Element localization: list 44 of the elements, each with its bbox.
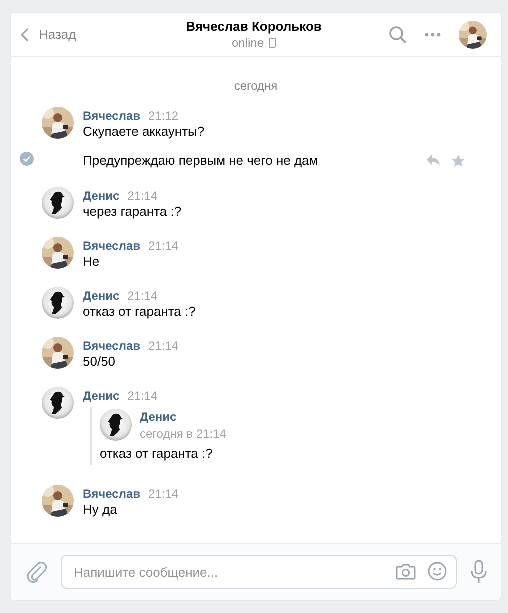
message-time: 21:14: [128, 289, 158, 304]
message-text: Ну да: [83, 502, 118, 517]
author-name[interactable]: Денис: [83, 189, 120, 204]
more-button[interactable]: [425, 32, 441, 36]
message-time: 21:14: [148, 339, 179, 354]
message-text: Не: [83, 254, 100, 269]
author-name[interactable]: Денис: [83, 389, 120, 404]
message-time: 21:14: [148, 487, 179, 502]
message-text: Скупаете аккаунты?: [83, 124, 205, 139]
author-name[interactable]: Вячеслав: [83, 109, 140, 124]
camera-icon[interactable]: [396, 564, 416, 580]
message-time: 21:14: [128, 389, 158, 404]
check-circle-icon[interactable]: [20, 152, 34, 166]
microphone-icon[interactable]: [471, 560, 487, 584]
author-name[interactable]: Вячеслав: [83, 487, 140, 502]
message-text: 50/50: [83, 354, 116, 369]
message-time: 21:14: [148, 239, 179, 254]
forwarded-text: отказ от гаранта :?: [100, 446, 214, 461]
forwarded-time: сегодня в 21:14: [140, 427, 226, 442]
reply-icon[interactable]: [427, 154, 440, 166]
author-name[interactable]: Вячеслав: [83, 339, 140, 354]
chat-title: Вячеслав Корольков: [186, 19, 322, 34]
star-icon[interactable]: [452, 154, 465, 166]
silhouette-avatar-icon: [100, 409, 132, 441]
message-time: 21:12: [148, 109, 179, 124]
online-status: online: [232, 36, 264, 50]
author-name[interactable]: Денис: [140, 410, 226, 425]
back-button[interactable]: Назад: [21, 27, 171, 42]
author-name[interactable]: Вячеслав: [83, 239, 140, 254]
message-text: через гаранта :?: [83, 204, 182, 219]
message-text: отказ от гаранта :?: [83, 304, 196, 319]
silhouette-avatar-icon: [42, 387, 74, 419]
message-text: Предупреждаю первым не чего не дам: [83, 153, 318, 168]
author-name[interactable]: Денис: [83, 289, 120, 304]
message-input[interactable]: Напишите сообщение...: [61, 555, 457, 589]
smiley-icon[interactable]: [428, 562, 447, 581]
attach-icon[interactable]: [27, 561, 47, 583]
message-time: 21:14: [128, 189, 158, 204]
silhouette-avatar-icon: [42, 287, 74, 319]
chevron-left-icon: [21, 28, 29, 42]
date-divider: сегодня: [234, 79, 278, 93]
search-button[interactable]: [389, 26, 407, 44]
phone-icon: [269, 38, 276, 48]
silhouette-avatar-icon: [42, 187, 74, 219]
